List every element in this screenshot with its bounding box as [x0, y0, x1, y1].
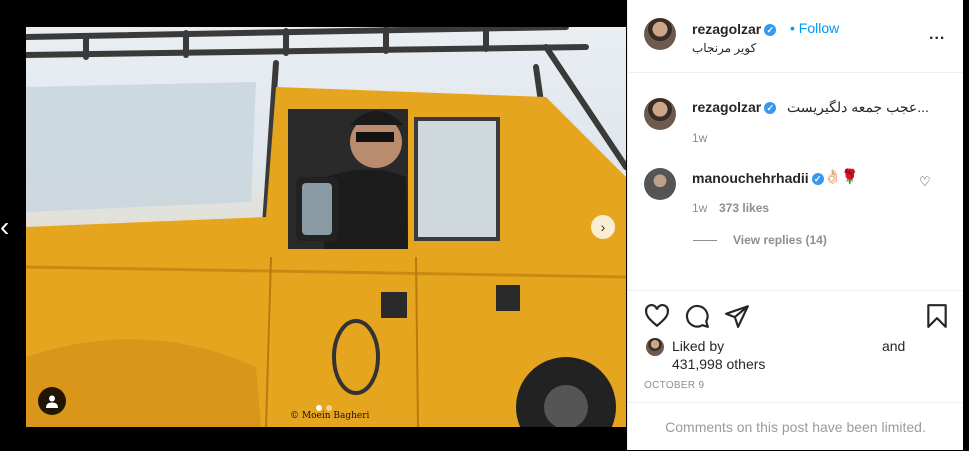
heart-icon[interactable]: [644, 303, 670, 329]
likes-summary: Liked by and 431,998 others: [672, 337, 932, 373]
photo-credit: © Moein Bagheri: [290, 411, 370, 421]
author-username-text[interactable]: rezagolzar: [692, 21, 761, 37]
post-header: rezagolzar ✓ • Follow کویر مرنجاب ...: [628, 0, 963, 73]
likes-others-count[interactable]: 431,998 others: [672, 356, 765, 372]
post-media: › © Moein Bagheri: [26, 27, 626, 427]
caption-author-avatar[interactable]: [644, 98, 676, 130]
comment-likes-count[interactable]: 373 likes: [719, 201, 769, 215]
view-replies-button[interactable]: View replies (14): [733, 233, 827, 247]
follow-button[interactable]: • Follow: [790, 20, 839, 36]
liked-by-and: and: [881, 338, 906, 354]
caption-username-text[interactable]: rezagolzar: [692, 99, 761, 115]
comment-username[interactable]: manouchehrhadii ✓: [692, 170, 824, 186]
follow-label[interactable]: Follow: [799, 20, 839, 36]
comments-limited-notice: Comments on this post have been limited.: [628, 402, 963, 451]
previous-post-arrow[interactable]: ‹: [0, 212, 14, 242]
liked-by-prefix: Liked by: [672, 338, 725, 354]
post-side-panel: rezagolzar ✓ • Follow کویر مرنجاب ... rez…: [627, 0, 963, 450]
user-tag-button[interactable]: [38, 387, 66, 415]
post-location[interactable]: کویر مرنجاب: [692, 41, 756, 55]
comment-like-heart-icon[interactable]: ♡: [919, 174, 931, 190]
verified-badge-icon: ✓: [764, 24, 777, 37]
post-actions-bar: [628, 290, 963, 341]
verified-badge-icon: ✓: [764, 102, 777, 115]
more-options-icon[interactable]: ...: [929, 26, 945, 44]
next-slide-button[interactable]: ›: [591, 215, 615, 239]
post-photo: [26, 27, 626, 427]
caption-username[interactable]: rezagolzar ✓: [692, 99, 777, 115]
author-username[interactable]: rezagolzar ✓: [692, 21, 777, 37]
comment-username-text[interactable]: manouchehrhadii: [692, 170, 809, 186]
comment-text: 👌🏻🌹: [824, 168, 859, 184]
caption-timestamp[interactable]: 1w: [692, 131, 707, 145]
liked-by-avatar[interactable]: [646, 338, 664, 356]
verified-badge-icon: ✓: [811, 173, 824, 186]
author-avatar[interactable]: [644, 18, 676, 50]
comment-icon[interactable]: [684, 303, 710, 329]
commenter-avatar[interactable]: [644, 168, 676, 200]
share-icon[interactable]: [724, 303, 750, 329]
caption-text: عجب جمعه دلگیریست...: [787, 99, 929, 115]
follow-separator: •: [790, 20, 795, 36]
comment-timestamp[interactable]: 1w: [692, 201, 707, 215]
user-tag-icon: [46, 395, 58, 408]
bookmark-icon[interactable]: [924, 303, 950, 329]
replies-divider: [693, 240, 717, 241]
post-date[interactable]: OCTOBER 9: [644, 380, 704, 391]
